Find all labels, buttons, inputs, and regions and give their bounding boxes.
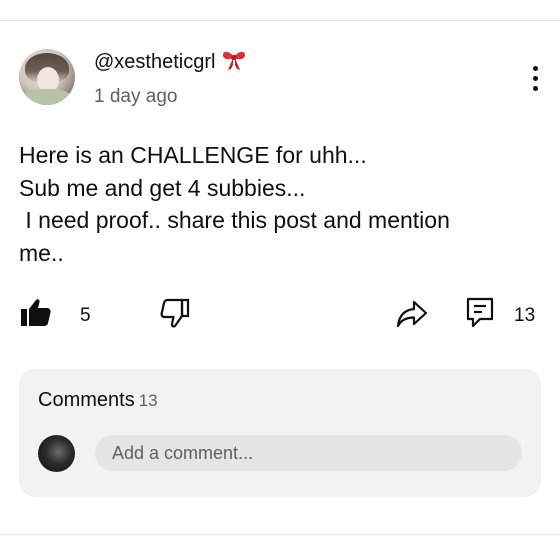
- comments-heading[interactable]: Comments 13: [38, 387, 158, 414]
- like-count: 5: [80, 304, 91, 326]
- author-handle[interactable]: @xestheticgrl: [94, 51, 215, 73]
- post-body-line: I need proof.. share this post and menti…: [19, 207, 450, 233]
- share-arrow-icon: [396, 300, 428, 333]
- three-dots-vertical-icon: [533, 66, 538, 71]
- post-body-line: Here is an CHALLENGE for uhh...: [19, 142, 367, 168]
- comment-bubble-icon: [466, 297, 494, 334]
- ribbon-bow-icon: [221, 48, 247, 79]
- post-body: Here is an CHALLENGE for uhh... Sub me an…: [19, 139, 539, 269]
- dislike-button[interactable]: [160, 298, 190, 333]
- post-timestamp: 1 day ago: [94, 86, 178, 107]
- thumbs-down-outline-icon: [160, 298, 190, 333]
- three-dots-vertical-icon: [533, 76, 538, 81]
- thumbs-up-filled-icon: [20, 298, 52, 333]
- comments-title: Comments: [38, 389, 135, 411]
- comment-count: 13: [514, 304, 536, 326]
- post-body-line: me..: [19, 239, 64, 266]
- comments-button[interactable]: 13: [466, 297, 535, 334]
- comments-panel[interactable]: Comments 13: [19, 369, 541, 497]
- author-avatar[interactable]: [19, 49, 75, 105]
- like-button[interactable]: 5: [20, 298, 91, 333]
- current-user-avatar: [38, 435, 75, 472]
- three-dots-vertical-icon: [533, 86, 538, 91]
- more-options-button[interactable]: [525, 64, 547, 94]
- author-handle-row[interactable]: @xestheticgrl: [94, 48, 247, 79]
- comments-count: 13: [138, 391, 158, 410]
- post-body-line: Sub me and get 4 subbies...: [19, 174, 306, 201]
- top-divider: [0, 20, 560, 21]
- bottom-divider: [0, 534, 560, 535]
- share-button[interactable]: [396, 300, 428, 333]
- add-comment-input[interactable]: [95, 435, 522, 471]
- avatar-shirt: [23, 89, 71, 105]
